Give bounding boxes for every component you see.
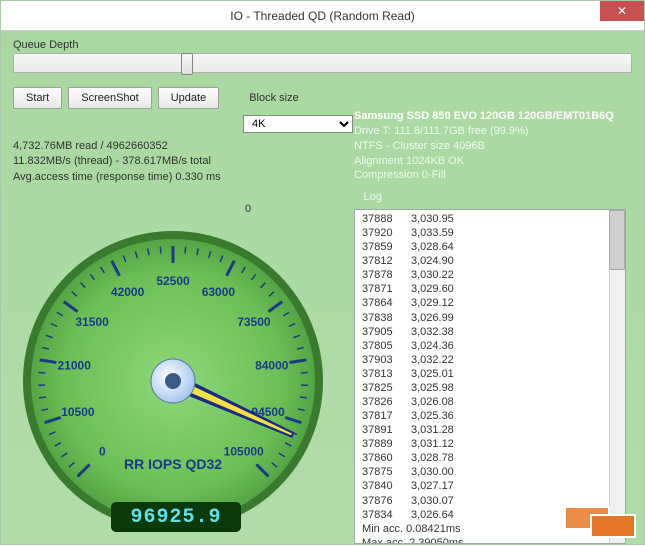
gauge-lcd: 96925.9	[111, 502, 241, 532]
stat-zero: 0	[245, 203, 251, 215]
block-size-select[interactable]: 4K	[243, 115, 353, 133]
svg-text:10500: 10500	[61, 405, 95, 419]
log-scrollbar[interactable]	[609, 210, 625, 543]
gauge: 0 10500 21000 31500 42000 52500 63000 73500 8400…	[13, 221, 333, 541]
window-title: IO - Threaded QD (Random Read)	[1, 9, 644, 23]
log-content: 37888 3,030.95 37920 3,033.59 37859 3,02…	[355, 210, 625, 544]
queue-depth-slider[interactable]	[13, 53, 632, 73]
log-scrollbar-thumb[interactable]	[609, 210, 625, 270]
drive-info: Samsung SSD 850 EVO 120GB 120GB/EMT01B6Q…	[354, 109, 626, 183]
update-button[interactable]: Update	[158, 87, 219, 109]
drive-fs: NTFS - Cluster size 4096B	[354, 139, 626, 154]
app-window: IO - Threaded QD (Random Read) ✕ Queue D…	[0, 0, 645, 545]
slider-thumb[interactable]	[181, 53, 193, 75]
svg-text:0: 0	[99, 445, 106, 459]
svg-text:84000: 84000	[255, 358, 289, 372]
log-box[interactable]: 37888 3,030.95 37920 3,033.59 37859 3,02…	[354, 209, 626, 544]
svg-text:21000: 21000	[58, 358, 92, 372]
close-button[interactable]: ✕	[600, 1, 644, 21]
svg-text:52500: 52500	[156, 274, 190, 288]
content-area: Queue Depth Start ScreenShot Update Bloc…	[1, 31, 644, 544]
close-icon: ✕	[617, 4, 627, 18]
svg-text:63000: 63000	[202, 285, 236, 299]
drive-alignment: Alignment 1024KB OK	[354, 154, 626, 169]
svg-text:42000: 42000	[111, 285, 145, 299]
button-row: Start ScreenShot Update Block size	[13, 87, 632, 109]
drive-compression: Compression 0-Fill	[354, 168, 626, 183]
screenshot-button[interactable]: ScreenShot	[68, 87, 151, 109]
svg-text:105000: 105000	[224, 445, 264, 459]
watermark-icon	[590, 514, 636, 538]
block-size-label: Block size	[249, 92, 299, 104]
log-label: Log	[364, 191, 382, 203]
svg-text:31500: 31500	[75, 315, 109, 329]
gauge-label: RR IOPS QD32	[124, 456, 222, 472]
start-button[interactable]: Start	[13, 87, 62, 109]
titlebar: IO - Threaded QD (Random Read) ✕	[1, 1, 644, 31]
svg-text:73500: 73500	[237, 315, 271, 329]
queue-depth-label: Queue Depth	[13, 39, 632, 51]
gauge-svg: 0 10500 21000 31500 42000 52500 63000 73500 8400…	[13, 221, 333, 541]
drive-name: Samsung SSD 850 EVO 120GB 120GB/EMT01B6Q	[354, 109, 626, 124]
drive-free: Drive T: 111.8/111.7GB free (99.9%)	[354, 124, 626, 139]
